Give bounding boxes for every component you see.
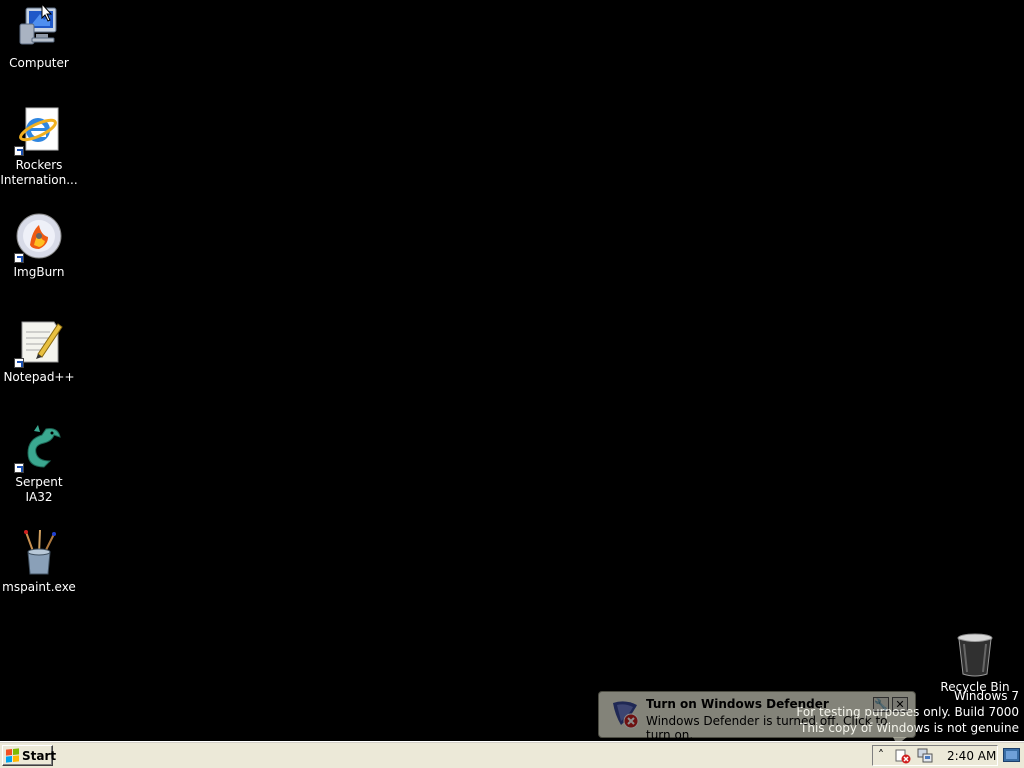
windows-defender-icon [609,697,641,729]
shortcut-arrow-icon [14,146,24,156]
balloon-options-button[interactable]: 🔧 [873,697,889,712]
paint-brushes-icon [14,528,64,578]
show-desktop-button[interactable] [1003,748,1020,762]
desktop-icon-serpent[interactable]: Serpent IA32 [0,423,78,505]
show-hidden-icons-chevron-icon[interactable]: ˄ [873,746,889,765]
shortcut-arrow-icon [14,463,24,473]
desktop-icon-label: Computer [9,56,69,70]
security-alert-icon[interactable] [895,748,911,764]
desktop[interactable]: Computer Rockers Internation... ImgBurn … [0,0,1024,745]
balloon-title: Turn on Windows Defender [646,697,829,711]
balloon-close-button[interactable]: ✕ [892,697,908,712]
desktop-icon-mspaint[interactable]: mspaint.exe [0,528,78,595]
clock[interactable]: 2:40 AM [947,749,996,763]
notification-area[interactable]: ˄ 2:40 AM [872,745,998,766]
windows-logo-icon [6,748,19,763]
internet-explorer-icon [14,106,64,156]
desktop-icon-label: Notepad++ [3,370,75,384]
desktop-icon-label: Rockers Internation... [0,158,78,187]
start-button[interactable]: Start [2,745,57,766]
computer-icon [14,4,64,54]
start-label: Start [22,748,57,763]
recycle-bin-icon [950,632,1000,678]
serpent-dragon-icon [14,423,64,473]
notepad-plus-plus-icon [14,318,64,368]
desktop-icon-notepad-plus-plus[interactable]: Notepad++ [0,318,78,385]
balloon-message[interactable]: Windows Defender is turned off. Click to… [646,714,915,742]
desktop-icon-label: ImgBurn [13,265,65,279]
mouse-cursor-icon [41,3,53,22]
desktop-icon-recycle-bin[interactable]: Recycle Bin [936,632,1014,695]
desktop-icon-internet-explorer[interactable]: Rockers Internation... [0,106,78,188]
shortcut-arrow-icon [14,358,24,368]
desktop-icon-computer[interactable]: Computer [0,4,78,71]
desktop-icon-imgburn[interactable]: ImgBurn [0,213,78,280]
network-icon[interactable] [917,748,933,764]
desktop-icon-label: mspaint.exe [2,580,76,594]
shortcut-arrow-icon [14,253,24,263]
taskbar[interactable]: Start ˄ 2:40 AM [0,741,1024,768]
imgburn-disc-icon [14,213,64,263]
notification-balloon[interactable]: Turn on Windows Defender Windows Defende… [598,691,916,742]
desktop-icon-label: Serpent IA32 [15,475,63,504]
